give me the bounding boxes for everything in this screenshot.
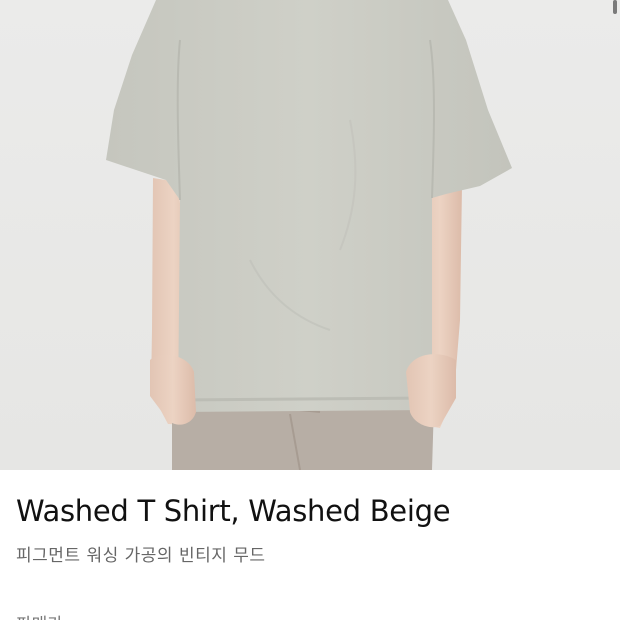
product-image[interactable] [0,0,620,470]
product-subtitle: 피그먼트 워싱 가공의 빈티지 무드 [16,546,266,566]
product-title: Washed T Shirt, Washed Beige [16,494,451,528]
product-photo-illustration [106,0,512,470]
price-section-label: 판매가 [16,610,63,620]
product-detail-page: Washed T Shirt, Washed Beige 피그먼트 워싱 가공의… [0,0,620,620]
scrollbar[interactable] [613,0,617,14]
product-info: Washed T Shirt, Washed Beige 피그먼트 워싱 가공의… [0,470,620,620]
